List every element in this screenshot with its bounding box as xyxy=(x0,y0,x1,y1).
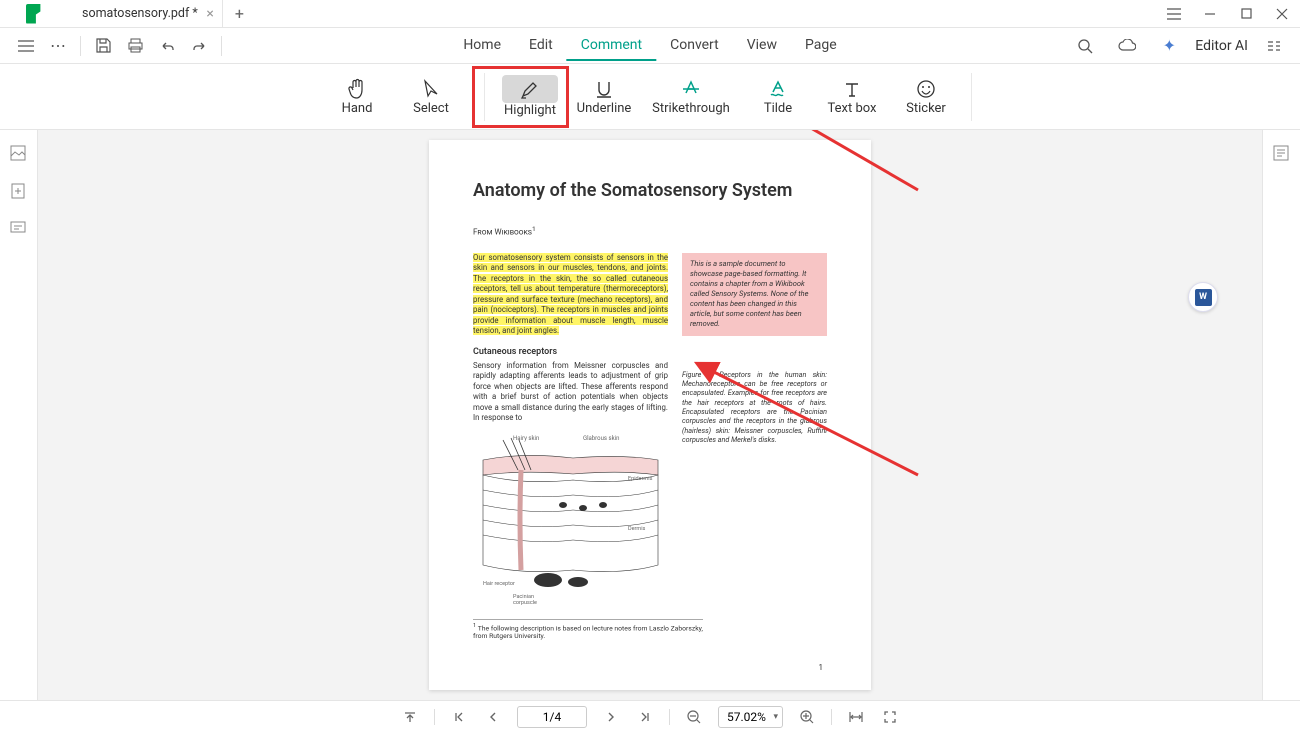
tool-tilde-label: Tilde xyxy=(764,101,792,116)
minimize-button[interactable] xyxy=(1192,0,1228,28)
zoom-out-icon[interactable] xyxy=(684,709,704,725)
word-export-badge[interactable]: W xyxy=(1188,282,1218,312)
editor-ai-label[interactable]: Editor AI xyxy=(1195,38,1248,54)
menu-edit[interactable]: Edit xyxy=(515,31,567,61)
body-paragraph: Sensory information from Meissner corpus… xyxy=(473,361,668,424)
svg-text:Glabrous skin: Glabrous skin xyxy=(583,435,619,442)
menu-page[interactable]: Page xyxy=(791,31,851,61)
tool-underline-label: Underline xyxy=(577,101,632,116)
tool-strikethrough-label: Strikethrough xyxy=(652,101,730,116)
ai-sparkle-icon[interactable]: ✦ xyxy=(1155,32,1183,60)
page-number: 1 xyxy=(819,663,824,672)
menu-convert[interactable]: Convert xyxy=(656,31,733,61)
sample-note-box: This is a sample document to showcase pa… xyxy=(682,253,827,336)
svg-text:Epidermis: Epidermis xyxy=(628,476,653,482)
save-icon[interactable] xyxy=(89,32,117,60)
svg-text:Hair receptor: Hair receptor xyxy=(483,581,515,587)
tool-strikethrough[interactable]: Strikethrough xyxy=(641,68,741,126)
tool-textbox-label: Text box xyxy=(828,101,877,116)
scroll-top-icon[interactable] xyxy=(400,710,420,724)
prev-page-icon[interactable] xyxy=(483,711,503,723)
print-icon[interactable] xyxy=(121,32,149,60)
doc-source: From Wikibooks1 xyxy=(473,225,827,237)
tool-tilde[interactable]: Tilde xyxy=(741,68,815,126)
tool-hand[interactable]: Hand xyxy=(320,68,394,126)
pdf-page: Anatomy of the Somatosensory System From… xyxy=(429,140,871,690)
menu-comment[interactable]: Comment xyxy=(567,31,656,61)
properties-icon[interactable] xyxy=(1272,144,1292,164)
first-page-icon[interactable] xyxy=(449,711,469,723)
maximize-button[interactable] xyxy=(1228,0,1264,28)
menu-icon[interactable] xyxy=(12,32,40,60)
tab-title: somatosensory.pdf * xyxy=(82,6,198,21)
tool-underline[interactable]: Underline xyxy=(567,68,641,126)
tool-highlight-label: Highlight xyxy=(504,103,556,118)
add-page-icon[interactable] xyxy=(9,182,29,202)
doc-title: Anatomy of the Somatosensory System xyxy=(473,180,827,201)
tool-sticker[interactable]: Sticker xyxy=(889,68,963,126)
cloud-icon[interactable] xyxy=(1113,32,1141,60)
skin-diagram: Hairy skin Glabrous skin xyxy=(473,430,668,605)
tool-select[interactable]: Select xyxy=(394,68,468,126)
new-tab-button[interactable]: + xyxy=(223,4,256,23)
next-page-icon[interactable] xyxy=(601,711,621,723)
tool-highlight[interactable]: Highlight xyxy=(493,68,567,126)
zoom-in-icon[interactable] xyxy=(797,709,817,725)
close-window-button[interactable] xyxy=(1264,0,1300,28)
zoom-select[interactable]: 57.02% xyxy=(718,706,783,728)
close-tab-icon[interactable]: × xyxy=(206,6,213,22)
svg-text:Hairy skin: Hairy skin xyxy=(513,435,539,442)
fit-width-icon[interactable] xyxy=(846,710,866,724)
menu-view[interactable]: View xyxy=(733,31,791,61)
footnote: 1 The following description is based on … xyxy=(473,619,703,640)
tool-textbox[interactable]: Text box xyxy=(815,68,889,126)
fullscreen-icon[interactable] xyxy=(880,710,900,724)
hamburger-icon[interactable] xyxy=(1156,0,1192,28)
document-tab[interactable]: somatosensory.pdf * × xyxy=(70,0,223,27)
redo-icon[interactable] xyxy=(185,32,213,60)
thumbnails-icon[interactable] xyxy=(9,144,29,164)
comments-icon[interactable] xyxy=(9,220,29,240)
subheading-cutaneous: Cutaneous receptors xyxy=(473,347,668,357)
tool-hand-label: Hand xyxy=(342,101,373,116)
tool-sticker-label: Sticker xyxy=(906,101,946,116)
search-icon[interactable] xyxy=(1071,32,1099,60)
svg-text:Dermis: Dermis xyxy=(628,526,646,532)
panel-toggle-icon[interactable] xyxy=(1260,32,1288,60)
more-icon[interactable]: ⋯ xyxy=(44,32,72,60)
figure-caption: Figure 1: Receptors in the human skin: M… xyxy=(682,370,827,445)
page-number-input[interactable] xyxy=(517,706,587,728)
main-menu: Home Edit Comment Convert View Page xyxy=(449,31,850,61)
highlighted-paragraph[interactable]: Our somatosensory system consists of sen… xyxy=(473,253,668,337)
tool-select-label: Select xyxy=(413,101,449,116)
svg-text:corpuscle: corpuscle xyxy=(513,600,537,605)
undo-icon[interactable] xyxy=(153,32,181,60)
app-logo xyxy=(0,4,70,24)
menu-home[interactable]: Home xyxy=(449,31,515,61)
last-page-icon[interactable] xyxy=(635,711,655,723)
